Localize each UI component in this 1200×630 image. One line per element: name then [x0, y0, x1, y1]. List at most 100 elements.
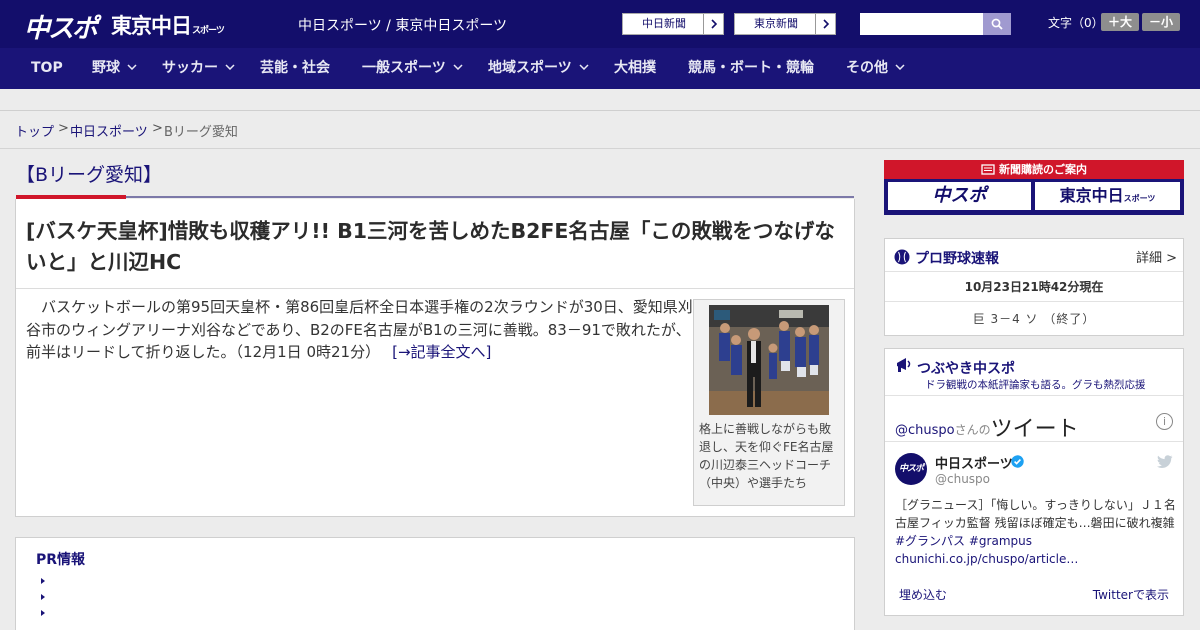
tweets-title: つぶやき中スポ [917, 361, 1015, 377]
info-icon[interactable]: i [1156, 413, 1173, 430]
pr-title: PR情報 [36, 552, 86, 568]
tokyo-chunichi-logo[interactable]: 東京中日スポーツ [111, 10, 225, 40]
nav-item-general-sports[interactable]: 一般スポーツ [362, 48, 463, 89]
nav-label: 芸能・社会 [260, 60, 330, 76]
tweets-subtitle: ドラ観戦の本紙評論家も語る。グラも熱烈応援 [925, 379, 1146, 391]
font-size-label: 文字（0） [1048, 16, 1104, 30]
tweet-hashtags[interactable]: #グランパス #grampus [895, 534, 1032, 548]
tweets-heading-label: ツイート [990, 417, 1079, 442]
twitter-bird-icon[interactable] [1157, 455, 1173, 469]
tweets-widget: つぶやき中スポ ドラ観戦の本紙評論家も語る。グラも熱烈応援 @chuspoさんの… [884, 348, 1184, 616]
nav-item-entertainment[interactable]: 芸能・社会 [260, 48, 330, 89]
section-title: 【Bリーグ愛知】 [16, 164, 163, 186]
tweet-text-body: ［グラニュース］「悔しい。すっきりしない」Ｊ１名古屋フィッカ監督 残留ほぼ確定も… [895, 498, 1176, 530]
subscribe-tokyo-text: 東京中日 [1059, 186, 1124, 205]
embed-link[interactable]: 埋め込む [899, 586, 947, 603]
top-header: 中スポ 東京中日スポーツ 中日スポーツ / 東京中日スポーツ 中日新聞 東京新聞… [0, 0, 1200, 48]
breadcrumb: トップ > 中日スポーツ > Bリーグ愛知 [0, 111, 1200, 149]
tweets-handle-suffix: さんの [954, 423, 991, 437]
read-more-link[interactable]: [→記事全文へ] [392, 343, 491, 361]
baseball-icon [894, 249, 910, 265]
tweet-account-handle[interactable]: @chuspo [935, 472, 990, 486]
megaphone-icon [897, 358, 911, 372]
tweet-account-name[interactable]: 中日スポーツ [935, 453, 1013, 472]
chuspo-logo[interactable]: 中スポ [24, 8, 98, 45]
nav-item-local-sports[interactable]: 地域スポーツ [488, 48, 589, 89]
breadcrumb-separator: > [58, 121, 69, 136]
chevron-right-icon [703, 14, 723, 34]
nav-item-top[interactable]: TOP [31, 48, 63, 89]
pr-section: PR情報 [15, 537, 855, 630]
font-larger-button[interactable]: ＋大 [1101, 13, 1139, 31]
nav-item-other[interactable]: その他 [846, 48, 905, 89]
chevron-right-icon [815, 14, 835, 34]
nav-item-baseball[interactable]: 野球 [92, 48, 137, 89]
nav-item-sumo[interactable]: 大相撲 [614, 48, 656, 89]
subscribe-label: 新聞購読のご案内 [999, 163, 1087, 176]
chunichi-shimbun-button[interactable]: 中日新聞 [622, 13, 724, 35]
tweets-heading: @chuspoさんのツイート [895, 411, 1079, 443]
chunichi-shimbun-label: 中日新聞 [642, 17, 686, 30]
chevron-down-icon [895, 64, 905, 70]
site-links[interactable]: 中日スポーツ / 東京中日スポーツ [298, 15, 507, 35]
tokyo-logo-suffix: スポーツ [192, 26, 225, 36]
nav-label: TOP [31, 60, 63, 76]
baseball-widget: プロ野球速報 詳細 > 10月23日21時42分現在 巨 3－4 ソ （終了） [884, 238, 1184, 336]
nav-label: 大相撲 [614, 60, 656, 76]
search-button[interactable] [983, 13, 1011, 35]
article-photo[interactable] [709, 305, 829, 415]
nav-label: 野球 [92, 60, 120, 76]
photo-caption: 格上に善戦しながらも敗退し、天を仰ぐFE名古屋の川辺泰三ヘッドコーチ（中央）や選… [699, 422, 834, 490]
nav-item-racing[interactable]: 競馬・ボート・競輪 [688, 48, 814, 89]
pr-item-bullet [41, 594, 45, 600]
baseball-updated: 10月23日21時42分現在 [964, 280, 1104, 294]
subscribe-tokyo-suffix: スポーツ [1123, 194, 1156, 203]
verified-badge-icon [1011, 455, 1024, 468]
chevron-down-icon [127, 64, 137, 70]
tweets-handle-link[interactable]: @chuspo [895, 423, 955, 438]
tokyo-logo-text: 東京中日 [111, 14, 192, 38]
tokyo-shimbun-label: 東京新聞 [754, 17, 798, 30]
article-card: [バスケ天皇杯]惜敗も収穫アリ!! B1三河を苦しめたB2FE名古屋「この敗戦を… [15, 199, 855, 517]
nav-label: その他 [846, 60, 888, 76]
breadcrumb-separator: > [152, 121, 163, 136]
subscribe-chuspo-logo[interactable]: 中スポ [888, 182, 1031, 210]
tweet-link[interactable]: chunichi.co.jp/chuspo/article… [895, 552, 1078, 566]
main-nav: TOP 野球 サッカー 芸能・社会 一般スポーツ 地域スポーツ 大相撲 競馬・ボ… [0, 48, 1200, 89]
breadcrumb-section[interactable]: 中日スポーツ [70, 121, 148, 140]
chevron-down-icon [579, 64, 589, 70]
subscribe-banner[interactable]: 新聞購読のご案内 中スポ 東京中日スポーツ [884, 160, 1184, 215]
baseball-score[interactable]: 巨 3－4 ソ （終了） [885, 310, 1183, 327]
article-headline[interactable]: [バスケ天皇杯]惜敗も収穫アリ!! B1三河を苦しめたB2FE名古屋「この敗戦を… [26, 216, 848, 278]
breadcrumb-top[interactable]: トップ [15, 121, 54, 140]
breadcrumb-current: Bリーグ愛知 [164, 125, 238, 140]
search-input[interactable] [860, 13, 984, 35]
newspaper-icon [981, 163, 995, 175]
article-lead-text: バスケットボールの第95回天皇杯・第86回皇后杯全日本選手権の2次ラウンドが30… [26, 298, 693, 361]
divider [885, 301, 1183, 302]
subscribe-tokyo-logo[interactable]: 東京中日スポーツ [1035, 182, 1180, 210]
divider [885, 271, 1183, 272]
divider [885, 395, 1183, 396]
view-on-twitter-link[interactable]: Twitterで表示 [1093, 586, 1169, 603]
article-lead: バスケットボールの第95回天皇杯・第86回皇后杯全日本選手権の2次ラウンドが30… [26, 296, 696, 364]
nav-label: 競馬・ボート・競輪 [688, 60, 814, 76]
search-icon [991, 18, 1003, 30]
nav-label: サッカー [162, 60, 218, 76]
font-smaller-button[interactable]: －小 [1142, 13, 1180, 31]
baseball-title[interactable]: プロ野球速報 [915, 248, 999, 268]
avatar[interactable]: 中スポ [895, 453, 927, 485]
subscribe-header: 新聞購読のご案内 [884, 160, 1184, 179]
pr-item-bullet [41, 610, 45, 616]
pr-item-bullet [41, 578, 45, 584]
nav-label: 一般スポーツ [362, 60, 446, 76]
divider [885, 441, 1183, 442]
sub-band [0, 89, 1200, 111]
chevron-down-icon [453, 64, 463, 70]
nav-item-soccer[interactable]: サッカー [162, 48, 235, 89]
tokyo-shimbun-button[interactable]: 東京新聞 [734, 13, 836, 35]
chevron-down-icon [225, 64, 235, 70]
baseball-detail-link[interactable]: 詳細 > [1136, 247, 1177, 266]
tweet-text: ［グラニュース］「悔しい。すっきりしない」Ｊ１名古屋フィッカ監督 残留ほぼ確定も… [895, 496, 1177, 568]
title-underline [126, 196, 854, 198]
